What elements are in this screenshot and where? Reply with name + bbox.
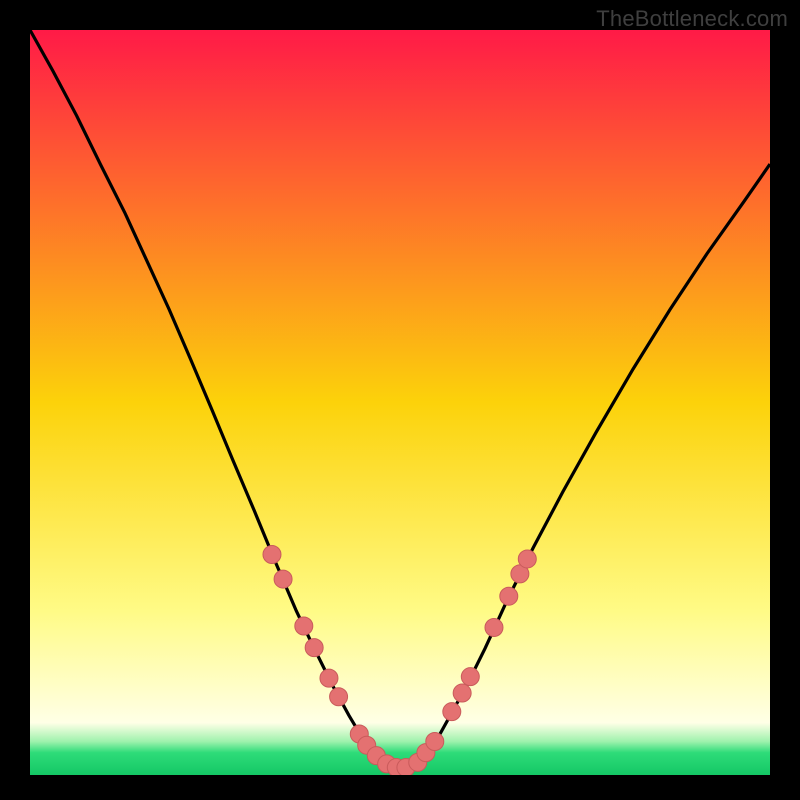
bottleneck-chart bbox=[0, 0, 800, 800]
gradient-plot-area bbox=[30, 30, 770, 775]
curve-marker bbox=[485, 618, 503, 636]
watermark-text: TheBottleneck.com bbox=[596, 6, 788, 32]
curve-marker bbox=[426, 732, 444, 750]
curve-marker bbox=[263, 545, 281, 563]
chart-stage: TheBottleneck.com bbox=[0, 0, 800, 800]
curve-marker bbox=[500, 587, 518, 605]
curve-marker bbox=[461, 668, 479, 686]
curve-marker bbox=[305, 639, 323, 657]
curve-marker bbox=[518, 550, 536, 568]
curve-marker bbox=[443, 703, 461, 721]
curve-marker bbox=[320, 669, 338, 687]
curve-marker bbox=[274, 570, 292, 588]
curve-marker bbox=[330, 688, 348, 706]
curve-marker bbox=[453, 684, 471, 702]
curve-marker bbox=[295, 617, 313, 635]
